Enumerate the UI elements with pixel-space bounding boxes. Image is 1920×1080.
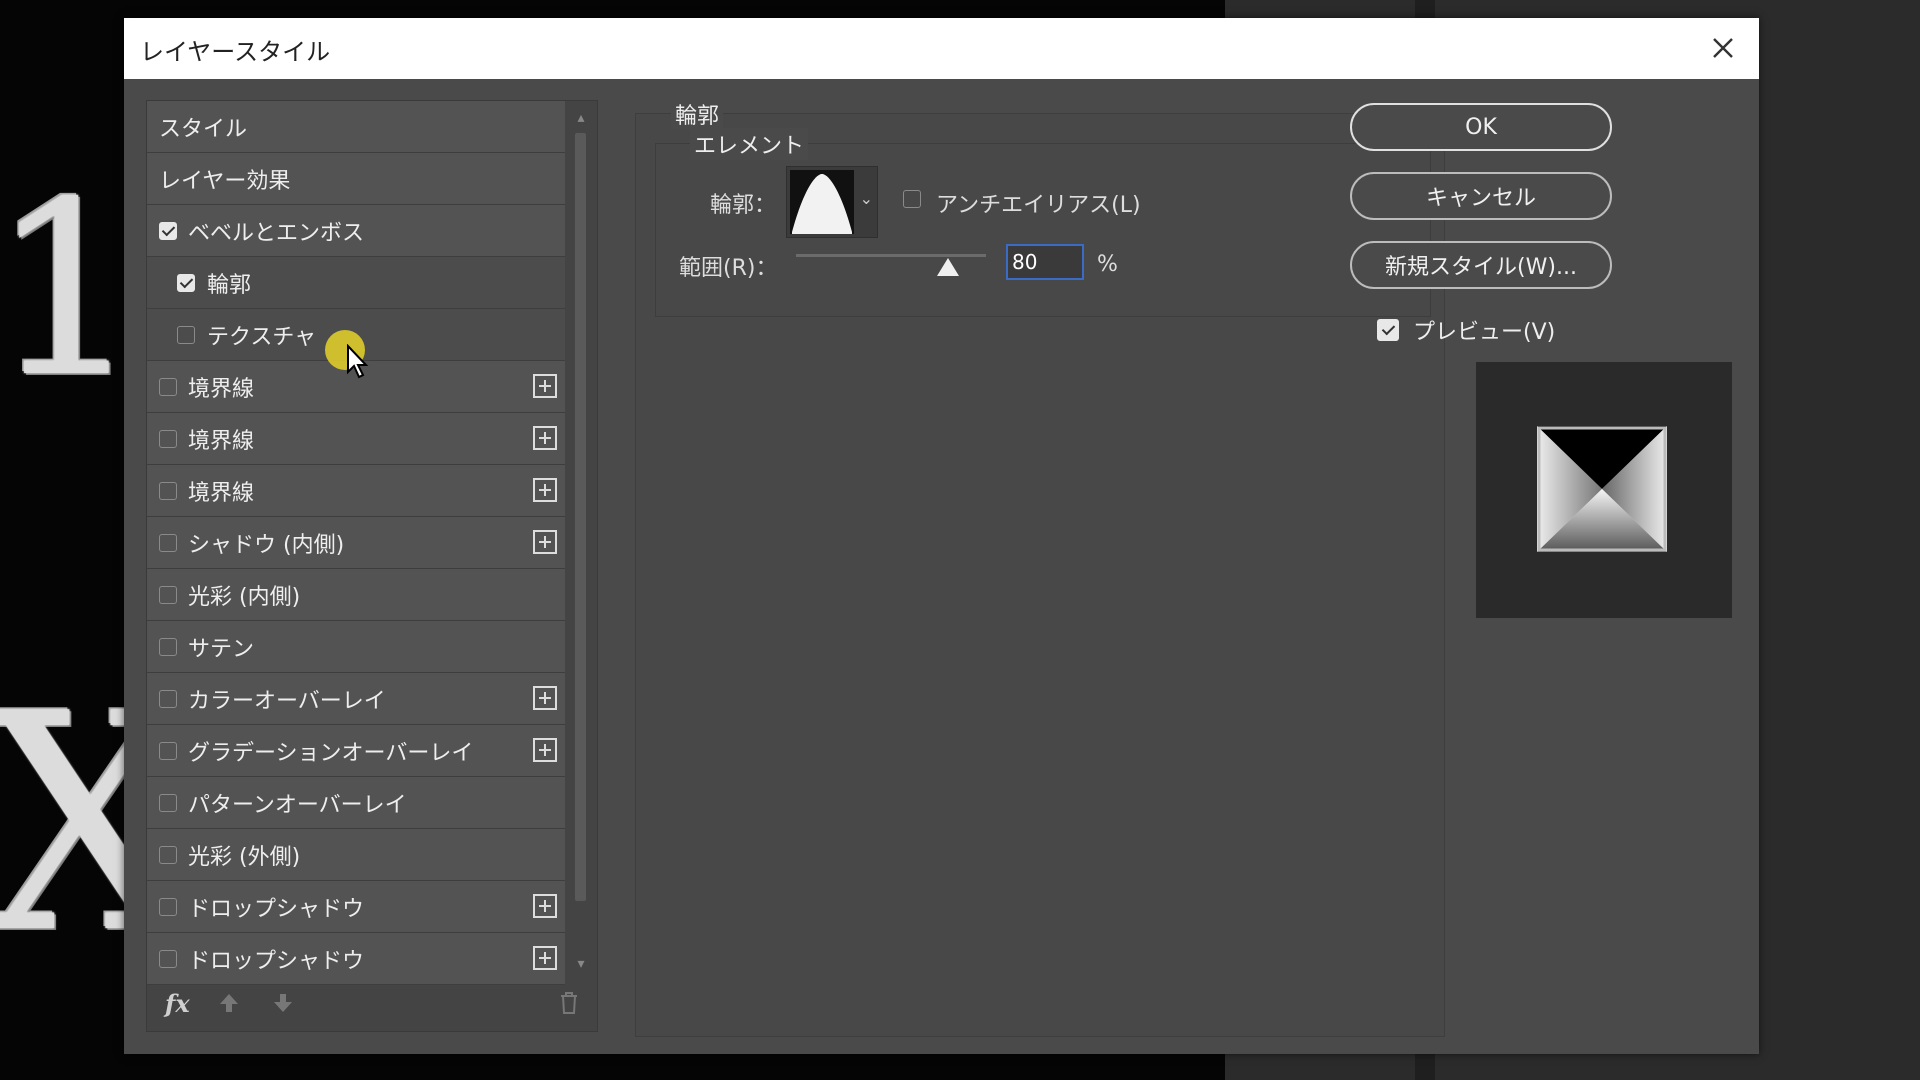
range-label: 範囲(R)： xyxy=(679,256,778,281)
style-list-footer: fx xyxy=(147,975,597,1031)
style-checkbox[interactable] xyxy=(159,221,177,240)
style-checkbox[interactable] xyxy=(177,325,195,344)
canvas-letter: 1 xyxy=(0,150,143,430)
style-item-label: スタイル xyxy=(159,116,248,142)
plus-icon[interactable] xyxy=(533,894,557,918)
style-list-item[interactable]: 境界線 xyxy=(147,413,565,465)
contour-label: 輪郭： xyxy=(710,193,777,218)
style-list-item[interactable]: ドロップシャドウ xyxy=(147,881,565,933)
trash-icon[interactable] xyxy=(559,991,579,1015)
style-list-item[interactable]: 光彩 (内側) xyxy=(147,569,565,621)
style-checkbox[interactable] xyxy=(159,949,177,968)
style-checkbox[interactable] xyxy=(159,533,177,552)
antialias-checkbox-box[interactable] xyxy=(903,190,921,208)
preview-toggle[interactable]: プレビュー(V) xyxy=(1377,314,1555,346)
range-slider-track[interactable] xyxy=(796,254,986,257)
style-item-label: グラデーションオーバーレイ xyxy=(188,740,474,766)
style-checkbox[interactable] xyxy=(159,741,177,760)
preview-label: プレビュー(V) xyxy=(1413,320,1556,345)
style-items: スタイル レイヤー効果 ベベルとエンボス 輪郭 テクスチャ 境界線 境界線 境界線 シャドウ (… xyxy=(147,101,565,985)
style-item-label: 境界線 xyxy=(188,480,255,506)
contour-picker[interactable]: ⌄ xyxy=(786,166,878,238)
scroll-down-icon[interactable]: ▾ xyxy=(574,957,588,971)
style-list: スタイル レイヤー効果 ベベルとエンボス 輪郭 テクスチャ 境界線 境界線 境界線 シャドウ (… xyxy=(146,100,598,1032)
style-list-item[interactable]: パターンオーバーレイ xyxy=(147,777,565,829)
scroll-up-icon[interactable]: ▴ xyxy=(574,111,588,125)
plus-icon[interactable] xyxy=(533,686,557,710)
style-item-label: 光彩 (外側) xyxy=(188,844,301,870)
style-checkbox[interactable] xyxy=(159,585,177,604)
mouse-cursor-icon xyxy=(347,344,369,379)
cancel-button[interactable]: キャンセル xyxy=(1350,172,1612,220)
preview-bevel-image xyxy=(1537,426,1667,552)
style-item-label: パターンオーバーレイ xyxy=(188,792,407,818)
style-checkbox[interactable] xyxy=(159,429,177,448)
plus-icon[interactable] xyxy=(533,426,557,450)
group-title: エレメント xyxy=(690,128,809,160)
style-list-item[interactable]: ベベルとエンボス xyxy=(147,205,565,257)
style-item-label: 光彩 (内側) xyxy=(188,584,301,610)
style-item-label: サテン xyxy=(188,636,255,662)
dialog-titlebar: レイヤースタイル xyxy=(124,18,1759,79)
style-list-item[interactable]: サテン xyxy=(147,621,565,673)
arrow-down-icon[interactable] xyxy=(271,991,295,1015)
style-item-label: テクスチャ xyxy=(207,324,317,350)
style-item-label: レイヤー効果 xyxy=(159,168,291,194)
scrollbar-thumb[interactable] xyxy=(575,133,586,901)
plus-icon[interactable] xyxy=(533,374,557,398)
range-slider-thumb[interactable] xyxy=(937,258,959,276)
style-list-item[interactable]: スタイル xyxy=(147,101,565,153)
fx-icon[interactable]: fx xyxy=(165,989,190,1018)
style-checkbox[interactable] xyxy=(159,845,177,864)
style-item-label: 境界線 xyxy=(188,376,255,402)
style-checkbox[interactable] xyxy=(159,793,177,812)
style-list-scrollbar[interactable]: ▴ ▾ xyxy=(572,111,590,971)
style-checkbox[interactable] xyxy=(159,481,177,500)
style-list-item[interactable]: レイヤー効果 xyxy=(147,153,565,205)
style-checkbox[interactable] xyxy=(159,689,177,708)
preview-checkbox[interactable] xyxy=(1377,319,1399,341)
ok-button[interactable]: OK xyxy=(1350,103,1612,151)
new-style-button[interactable]: 新規スタイル(W)... xyxy=(1350,241,1612,289)
style-list-item[interactable]: シャドウ (内側) xyxy=(147,517,565,569)
preview-thumbnail xyxy=(1476,362,1732,618)
arrow-up-icon[interactable] xyxy=(217,991,241,1015)
style-checkbox[interactable] xyxy=(159,637,177,656)
panel-title: 輪郭 xyxy=(671,98,724,130)
range-input[interactable] xyxy=(1006,244,1084,280)
style-checkbox[interactable] xyxy=(159,377,177,396)
style-checkbox[interactable] xyxy=(177,273,195,292)
style-item-label: シャドウ (内側) xyxy=(188,532,345,558)
style-list-item[interactable]: カラーオーバーレイ xyxy=(147,673,565,725)
style-item-label: ドロップシャドウ xyxy=(188,948,365,974)
antialias-checkbox[interactable] xyxy=(903,190,921,208)
plus-icon[interactable] xyxy=(533,738,557,762)
element-group xyxy=(655,143,1431,317)
range-unit: % xyxy=(1097,252,1118,277)
style-checkbox[interactable] xyxy=(159,897,177,916)
chevron-down-icon[interactable]: ⌄ xyxy=(860,189,873,208)
style-list-item[interactable]: グラデーションオーバーレイ xyxy=(147,725,565,777)
dialog-title: レイヤースタイル xyxy=(140,38,331,66)
antialias-label: アンチエイリアス(L) xyxy=(936,193,1141,218)
style-item-label: ドロップシャドウ xyxy=(188,896,365,922)
plus-icon[interactable] xyxy=(533,946,557,970)
style-item-label: ベベルとエンボス xyxy=(188,220,365,246)
style-list-item[interactable]: 境界線 xyxy=(147,465,565,517)
style-list-item[interactable]: 輪郭 xyxy=(147,257,565,309)
plus-icon[interactable] xyxy=(533,478,557,502)
close-icon[interactable] xyxy=(1701,26,1745,70)
contour-curve-icon xyxy=(790,170,854,234)
style-item-label: カラーオーバーレイ xyxy=(188,688,386,714)
style-item-label: 輪郭 xyxy=(207,272,252,298)
style-list-item[interactable]: 光彩 (外側) xyxy=(147,829,565,881)
plus-icon[interactable] xyxy=(533,530,557,554)
style-item-label: 境界線 xyxy=(188,428,255,454)
